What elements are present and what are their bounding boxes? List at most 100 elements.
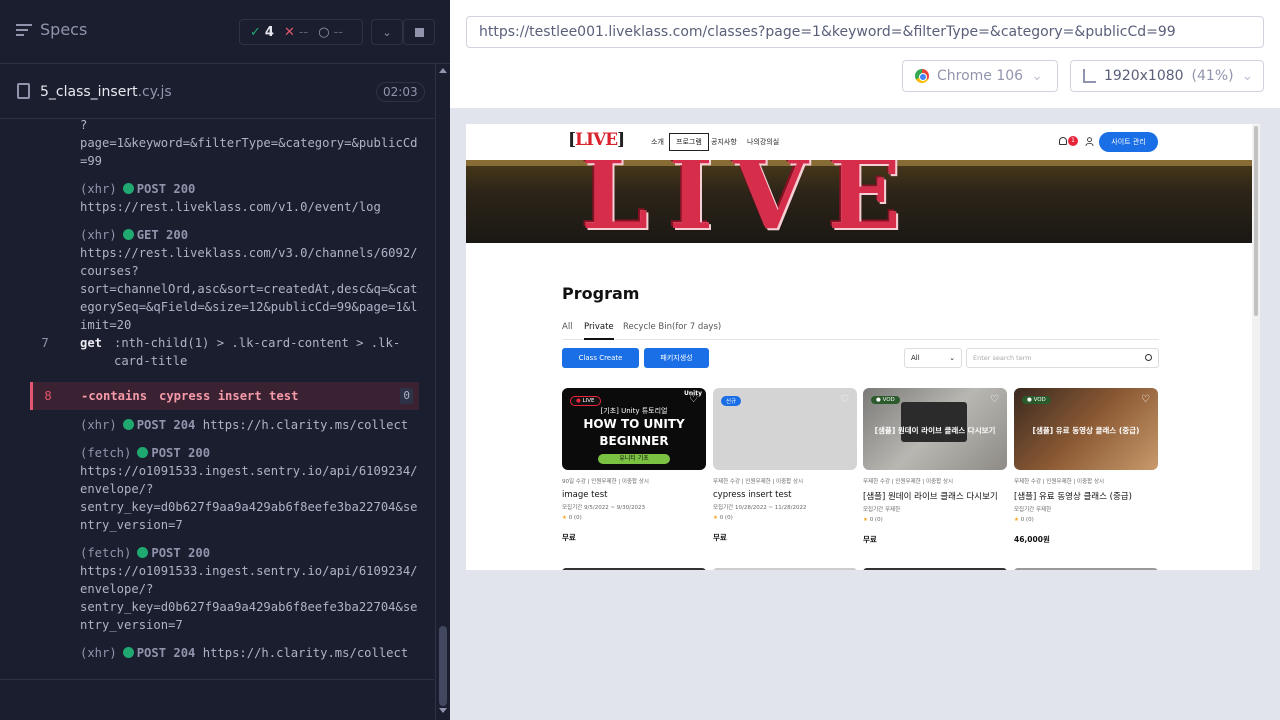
status-dot-icon [137,447,149,458]
log-method: POST 200 [136,182,196,196]
heart-icon[interactable]: ♡ [990,394,999,405]
reporter-scrollbar[interactable] [435,64,450,720]
nav-notice[interactable]: 공지사항 [711,137,737,147]
scroll-thumb[interactable] [1254,126,1258,316]
class-period: 모집기간 무제한 [1014,507,1052,513]
class-price: 무료 [863,535,877,544]
next-card-row [1014,568,1158,570]
nav-about[interactable]: 소개 [651,137,664,147]
nav-program[interactable]: 프로그램 [669,133,709,151]
log-method: POST 200 [151,446,211,460]
class-card[interactable]: ● VOD ♡ [샘플] 유료 동영상 클래스 (중급) 무제한 수강 | 인원… [1014,388,1158,545]
site-admin-button[interactable]: 사이트 관리 [1099,132,1158,152]
class-period: 모집기간 9/5/2022 ~ 9/30/2023 [562,505,645,511]
command-contains-failed[interactable]: 8 -contains cypress insert test 0 [30,382,419,410]
next-card-row [713,568,857,570]
aut-iframe: [LIVE] 소개 프로그램 공지사항 나의강의실 1 사이트 관리 LIVE … [466,124,1260,570]
laptop-image [901,402,967,442]
iframe-scrollbar[interactable] [1252,124,1260,570]
log-url: https://o1091533.ingest.sentry.io/api/61… [80,564,418,632]
search-icon[interactable] [1145,354,1152,361]
spec-file-name: 5_class_insert.cy.js [40,84,172,100]
spec-duration: 02:03 [376,82,425,102]
log-method: POST 204 [136,418,196,432]
notification-badge: 1 [1068,136,1078,146]
class-price: 무료 [562,533,576,542]
user-icon[interactable] [1085,137,1094,146]
passed-stat: ✓ 4 [250,24,274,40]
tab-recycle-bin[interactable]: Recycle Bin(for 7 days) [623,322,721,332]
log-kind: (xhr) [80,418,117,432]
star-icon: ★ [1014,517,1019,523]
star-icon: ★ [562,515,567,521]
aut-url-bar[interactable]: https://testlee001.liveklass.com/classes… [466,16,1264,48]
failed-stat: ✕ -- [283,24,309,40]
vod-tag: ● VOD [871,396,900,404]
menu-icon [16,23,32,36]
class-card[interactable]: 신규 ♡ 무제한 수강 | 인원무제한 | 이중합 상시 cypress ins… [713,388,857,543]
log-kind: (xhr) [80,228,117,242]
log-kind: (fetch) [80,446,132,460]
class-title[interactable]: image test [562,490,706,500]
spec-file-row[interactable]: 5_class_insert.cy.js 02:03 [0,64,434,119]
class-meta: 무제한 수강 | 인원무제한 | 이중합 상시 [863,479,954,485]
log-method: POST 200 [151,546,211,560]
class-thumbnail[interactable]: ● LIVE Unity ♡ [기초] Unity 튜토리얼 HOW TO UN… [562,388,706,470]
class-price: 무료 [713,533,727,542]
viewport-scale: (41%) [1191,68,1234,84]
status-dot-icon [122,229,134,240]
reporter-header: Specs ✓ 4 ✕ -- ○ -- ⌄ [0,0,450,64]
viewport-info[interactable]: 1920x1080 (41%) ⌄ [1070,60,1264,92]
scroll-up-icon[interactable] [439,68,447,73]
live-tag: ● LIVE [570,396,601,406]
aut-header: https://testlee001.liveklass.com/classes… [450,0,1280,108]
site-logo[interactable]: [LIVE] [568,130,625,150]
hero-banner: LIVE [466,160,1252,243]
class-thumbnail[interactable]: ● VOD ♡ [샘플] 유료 동영상 클래스 (중급) [1014,388,1158,470]
nav-my-classroom[interactable]: 나의강의실 [747,137,779,147]
class-title[interactable]: [샘플] 원데이 라이브 클래스 다시보기 [863,490,1007,502]
command-number: 8 [44,389,52,403]
next-card-row [562,568,706,570]
heart-icon[interactable]: ♡ [840,394,849,405]
category-filter-select[interactable]: All ⌄ [904,348,962,368]
class-meta: 무제한 수강 | 인원무제한 | 이중합 상시 [1014,479,1105,485]
class-thumbnail[interactable]: 신규 ♡ [713,388,857,470]
class-card[interactable]: ● VOD ♡ [샘플] 원데이 라이브 클래스 다시보기 무제한 수강 | 인… [863,388,1007,545]
tab-private[interactable]: Private [584,322,614,340]
heart-icon[interactable]: ♡ [1141,394,1150,405]
thumbnail-caption: HOW TO UNITY BEGINNER [583,417,685,448]
chevron-down-icon[interactable]: ⌄ [371,19,403,45]
page-title: Program [562,284,640,303]
status-dot-icon [122,647,134,658]
tab-all[interactable]: All [562,322,573,332]
log-url: https://h.clarity.ms/collect [202,418,409,432]
log-url: ? page=1&keyword=&filterType=&category=&… [80,120,418,168]
new-tag: 신규 [721,396,742,406]
stop-button[interactable] [403,19,435,45]
class-title[interactable]: cypress insert test [713,490,857,500]
thumbnail-subtitle: 유니티 기초 [598,454,670,464]
class-thumbnail[interactable]: ● VOD ♡ [샘플] 원데이 라이브 클래스 다시보기 [863,388,1007,470]
search-input[interactable]: Enter search term [966,348,1159,368]
class-card[interactable]: ● LIVE Unity ♡ [기초] Unity 튜토리얼 HOW TO UN… [562,388,706,543]
class-title[interactable]: [샘플] 유료 동영상 클래스 (중급) [1014,490,1158,502]
bell-icon[interactable] [1059,137,1067,145]
package-create-button[interactable]: 패키지생성 [644,348,709,368]
browser-selector[interactable]: Chrome 106 ⌄ [902,60,1058,92]
hero-banner-text: LIVE [581,160,922,243]
class-period: 모집기간 10/28/2022 ~ 11/28/2022 [713,505,807,511]
scroll-down-icon[interactable] [439,708,447,713]
status-dot-icon [122,183,134,194]
element-count-badge: 0 [400,388,413,404]
log-url: https://h.clarity.ms/collect [202,646,409,660]
heart-icon[interactable]: ♡ [689,394,698,405]
class-create-button[interactable]: Class Create [562,348,639,368]
document-icon [17,83,30,99]
search-placeholder: Enter search term [973,354,1032,362]
star-icon: ★ [713,515,718,521]
chevron-down-icon: ⌄ [1031,68,1043,84]
specs-toggle[interactable]: Specs [16,20,87,39]
scroll-thumb[interactable] [439,626,447,706]
thumbnail-caption: [샘플] 유료 동영상 클래스 (중급) [1032,426,1140,435]
